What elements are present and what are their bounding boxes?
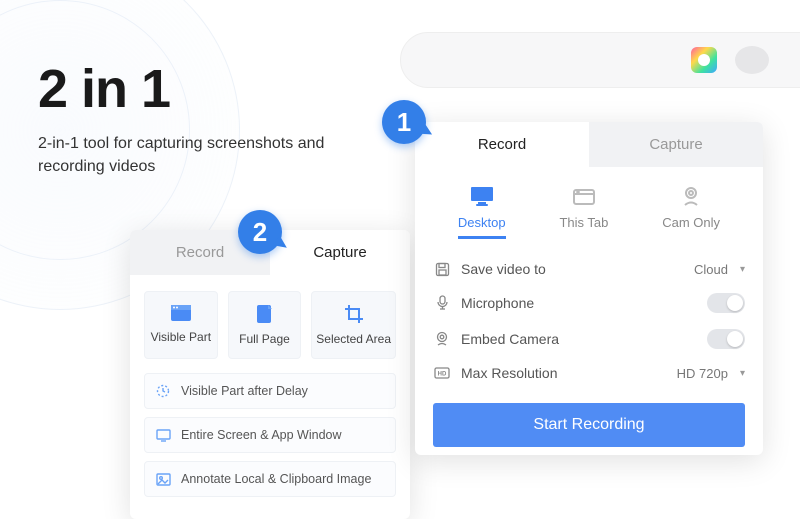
mode-full-page[interactable]: Full Page (228, 291, 302, 359)
option-max-resolution[interactable]: HD Max Resolution HD 720p ▾ (433, 357, 745, 389)
camera-icon (678, 185, 704, 207)
record-panel: Record Capture Desktop This Tab Cam Only… (415, 122, 763, 455)
mode-visible-part[interactable]: Visible Part (144, 291, 218, 359)
image-icon (155, 473, 171, 486)
window-icon (170, 304, 192, 322)
svg-text:HD: HD (438, 372, 447, 378)
chevron-down-icon: ▾ (740, 368, 745, 379)
hero-title: 2 in 1 (38, 58, 338, 120)
callout-1: 1 (382, 100, 426, 144)
avatar-placeholder (735, 46, 769, 74)
item-entire-screen[interactable]: Entire Screen & App Window (144, 417, 396, 453)
mode-desktop[interactable]: Desktop (458, 185, 506, 239)
timer-icon (155, 384, 171, 398)
browser-toolbar (400, 32, 800, 88)
microphone-icon (433, 295, 451, 311)
crop-icon (344, 304, 364, 324)
hd-icon: HD (433, 367, 451, 379)
tab-capture[interactable]: Capture (270, 230, 410, 275)
item-visible-delay[interactable]: Visible Part after Delay (144, 373, 396, 409)
callout-2: 2 (238, 210, 282, 254)
screen-icon (155, 429, 171, 442)
option-embed-camera: Embed Camera (433, 321, 745, 357)
hero-subtitle: 2-in-1 tool for capturing screenshots an… (38, 132, 338, 178)
desktop-icon (469, 185, 495, 207)
extension-icon[interactable] (691, 47, 717, 73)
tab-record[interactable]: Record (415, 122, 589, 167)
item-annotate[interactable]: Annotate Local & Clipboard Image (144, 461, 396, 497)
tab-capture[interactable]: Capture (589, 122, 763, 167)
option-microphone: Microphone (433, 285, 745, 321)
mode-cam-only[interactable]: Cam Only (662, 185, 720, 239)
mode-this-tab[interactable]: This Tab (559, 185, 608, 239)
capture-panel: Record Capture Visible Part Full Page Se… (130, 230, 410, 519)
save-icon (433, 262, 451, 277)
option-save-to[interactable]: Save video to Cloud ▾ (433, 253, 745, 285)
page-icon (255, 304, 273, 324)
mode-selected-area[interactable]: Selected Area (311, 291, 396, 359)
tab-icon (571, 185, 597, 207)
camera-toggle[interactable] (707, 329, 745, 349)
webcam-icon (433, 331, 451, 347)
start-recording-button[interactable]: Start Recording (433, 403, 745, 447)
chevron-down-icon: ▾ (740, 264, 745, 275)
microphone-toggle[interactable] (707, 293, 745, 313)
